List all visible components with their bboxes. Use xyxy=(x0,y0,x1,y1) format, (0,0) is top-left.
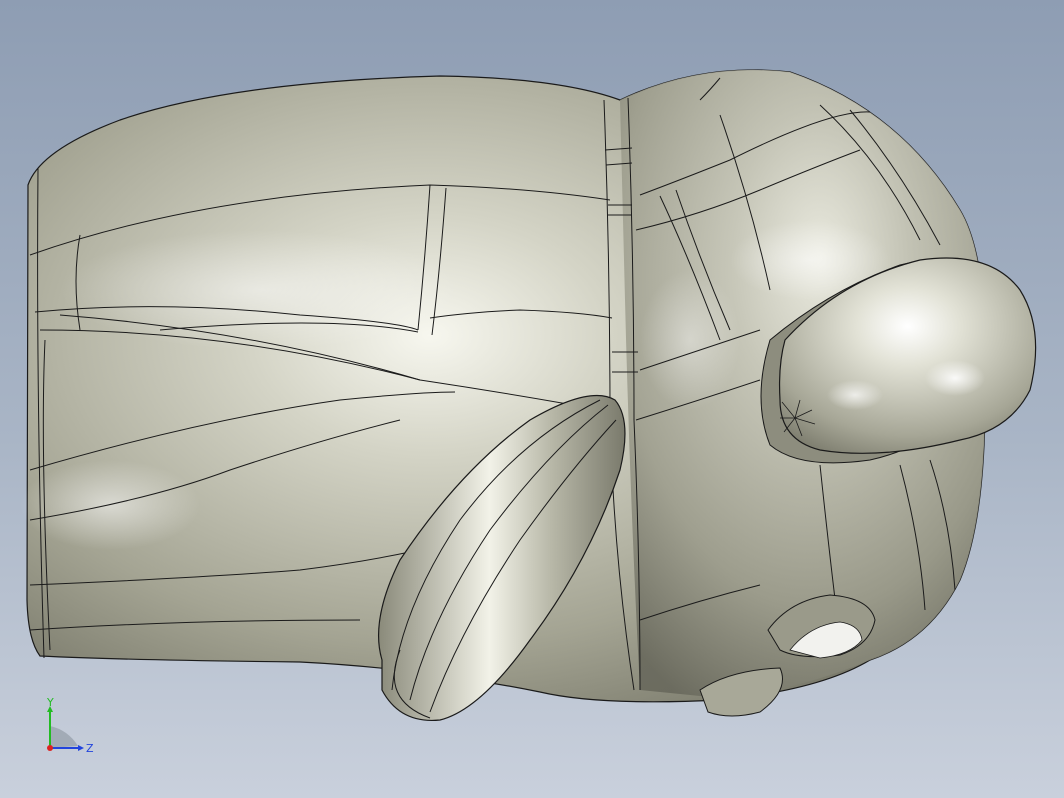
z-axis-arrow xyxy=(78,745,84,751)
y-axis-label: Y xyxy=(46,698,54,709)
eye-highlight-2 xyxy=(827,380,883,410)
x-axis-dot xyxy=(47,745,53,751)
triad-plane xyxy=(50,726,78,748)
graphics-viewport[interactable]: Y Z xyxy=(0,0,1064,798)
3d-model[interactable] xyxy=(0,0,1064,798)
axis-triad: Y Z xyxy=(46,698,94,755)
eye-highlight xyxy=(925,360,985,396)
z-axis-label: Z xyxy=(86,742,94,755)
head-highlight-2 xyxy=(640,270,740,410)
